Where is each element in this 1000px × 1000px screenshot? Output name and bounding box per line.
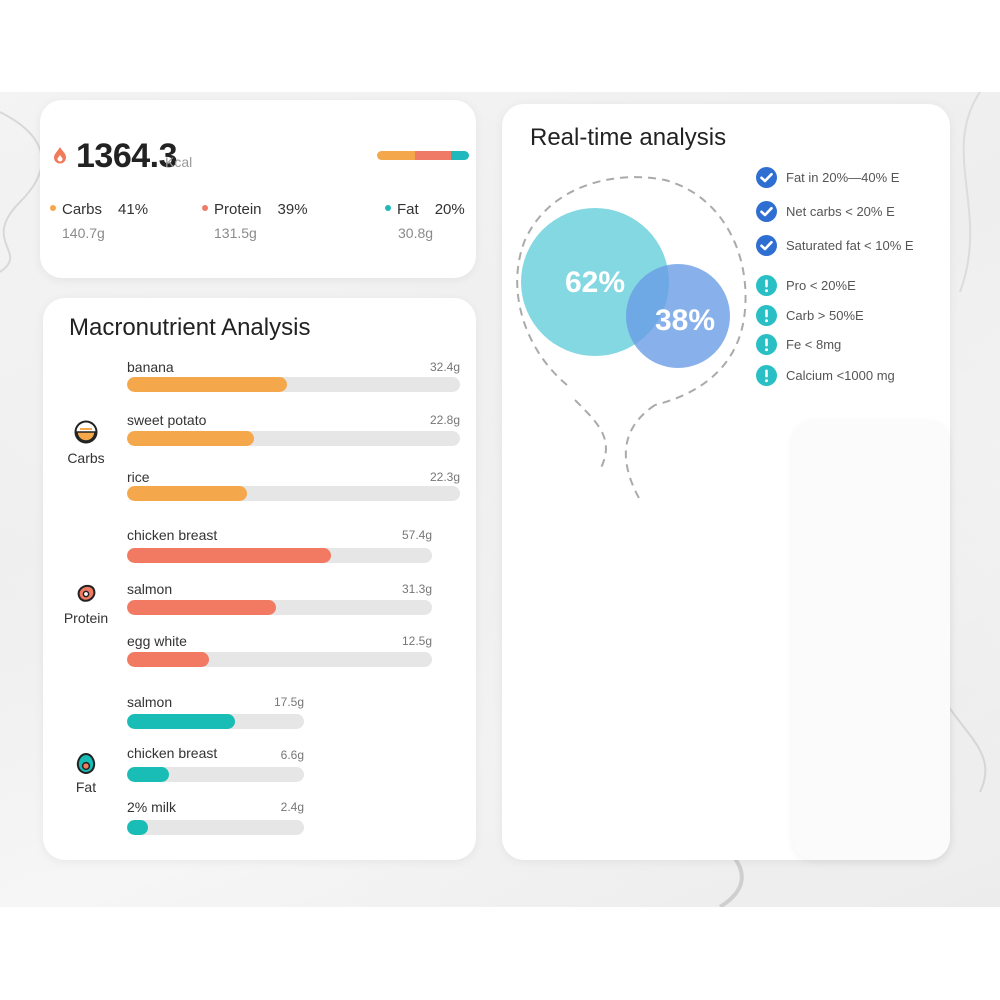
protein-percent: 39% [277,201,308,218]
food-bar-track [127,820,304,835]
protein-grams: 131.5g [214,225,257,241]
food-value: 32.4g [429,360,460,374]
food-value: 17.5g [273,695,304,709]
calorie-unit: Kcal [165,154,193,170]
warning-circle-icon [756,305,777,326]
carbs-segment [377,151,415,160]
carbs-grams: 140.7g [62,225,105,241]
food-bar-fill [127,548,332,563]
macronutrient-analysis-title: Macronutrient Analysis [69,314,311,341]
food-bar-fill [127,767,170,782]
check-item-text: Carb > 50%E [786,308,864,323]
warning-circle-icon [756,334,777,355]
fat-name: Fat [397,201,419,218]
food-value: 12.5g [401,634,432,648]
protein-segment [414,151,451,160]
food-bar-track [127,767,304,782]
meat-icon [77,584,96,602]
food-label: salmon [127,581,173,597]
food-value: 2.4g [280,800,304,814]
calorie-summary-card [40,100,476,278]
fat-dot [385,205,391,212]
food-label: egg white [127,633,187,649]
macro-ratio-bar [377,151,469,160]
fat-percent: 20% [434,201,465,218]
food-value: 31.3g [401,582,432,596]
food-bar-track [127,600,432,615]
check-item: Carb > 50%E [756,305,864,326]
food-label: rice [127,469,150,485]
check-item: Fe < 8mg [756,334,841,355]
venn-dashed-tail [624,404,656,501]
fat-grams: 30.8g [398,225,434,241]
food-value: 57.4g [401,528,432,542]
food-bar-fill [127,820,149,835]
calorie-total: 1364.3 [76,137,178,175]
food-bar-track [127,714,304,729]
fat-category-label: Fat [75,779,97,795]
food-bar-track [127,431,460,446]
venn-dashed-tail [574,399,607,471]
food-label: sweet potato [127,412,207,428]
food-label: 2% milk [127,799,177,815]
check-item: Fat in 20%—40% E [756,167,899,188]
food-bar-fill [127,652,210,667]
carbs-summary: Carbs 41% [50,201,148,218]
food-bar-fill [127,600,277,615]
food-bar-track [127,486,460,501]
food-bar-track [127,377,460,392]
avocado-icon [76,752,96,775]
check-item-text: Saturated fat < 10% E [786,238,914,253]
venn-left-label: 62% [565,266,625,299]
venn-diagram: 62% 38% [516,176,747,501]
food-label: chicken breast [127,745,218,761]
carbs-dot [50,205,56,212]
food-label: salmon [127,694,173,710]
venn-right-label: 38% [655,304,715,337]
check-item: Saturated fat < 10% E [756,235,914,256]
food-bar-fill [127,377,287,392]
food-value: 6.6g [280,748,304,762]
fat-summary: Fat 20% [385,201,465,218]
carbs-percent: 41% [118,201,149,218]
food-bar-fill [127,714,235,729]
check-item-text: Net carbs < 20% E [786,204,895,219]
food-bar-track [127,652,432,667]
food-bar-fill [127,431,254,446]
check-circle-icon [756,201,777,222]
food-bar-track [127,548,432,563]
check-circle-icon [756,235,777,256]
protein-name: Protein [214,201,262,218]
check-item: Pro < 20%E [756,275,856,296]
food-value: 22.8g [429,413,460,427]
check-item-text: Fe < 8mg [786,337,842,352]
food-bar-fill [127,486,247,501]
background-card [792,420,950,860]
check-item: Net carbs < 20% E [756,201,895,222]
check-item-text: Calcium <1000 mg [786,368,895,383]
protein-dot [202,205,208,212]
flame-icon [54,147,66,164]
food-value: 22.3g [429,470,460,484]
protein-category-label: Protein [63,610,109,626]
protein-summary: Protein 39% [202,201,308,218]
carbs-category-label: Carbs [67,450,105,466]
food-label: chicken breast [127,527,218,543]
rice-bowl-icon [74,420,98,444]
food-label: banana [127,359,174,375]
carbs-name: Carbs [62,201,103,218]
realtime-analysis-title: Real-time analysis [530,124,727,151]
check-item-text: Fat in 20%—40% E [786,170,900,185]
warning-circle-icon [756,275,777,296]
fat-segment [450,151,469,160]
check-item-text: Pro < 20%E [786,278,856,293]
warning-circle-icon [756,365,777,386]
check-circle-icon [756,167,777,188]
check-item: Calcium <1000 mg [756,365,895,386]
